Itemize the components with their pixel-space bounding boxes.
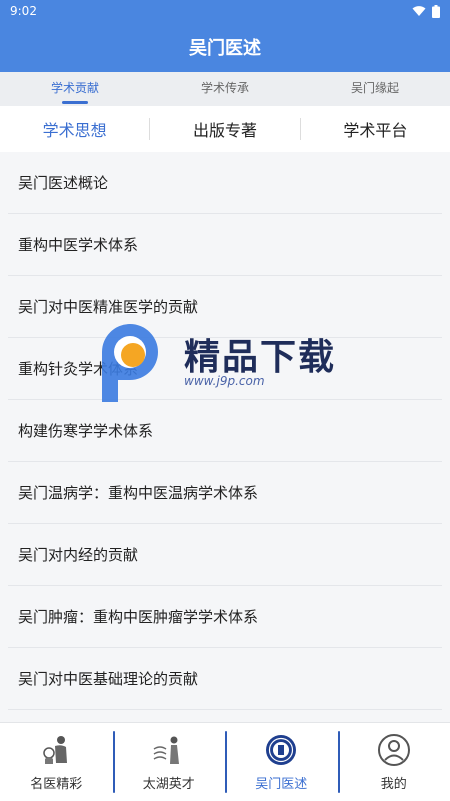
seal-emblem-icon xyxy=(264,733,298,767)
nav-divider xyxy=(338,731,340,793)
nav-taihu-talents[interactable]: 太湖英才 xyxy=(113,723,226,801)
list-item[interactable]: 吴门温病学：重构中医温病学术体系 xyxy=(8,462,442,524)
nav-divider xyxy=(225,731,227,793)
article-list: 吴门医述概论 重构中医学术体系 吴门对中医精准医学的贡献 重构针灸学术体系 构建… xyxy=(0,152,450,722)
list-item[interactable]: 构建伤寒学学术体系 xyxy=(8,400,442,462)
list-item[interactable]: 吴门对中医基础理论的贡献 xyxy=(8,648,442,710)
sub-tabs: 学术思想 出版专著 学术平台 xyxy=(0,106,450,152)
nav-famous-doctors[interactable]: 名医精彩 xyxy=(0,723,113,801)
list-item[interactable]: 吴门对内经的贡献 xyxy=(8,524,442,586)
nav-mine[interactable]: 我的 xyxy=(338,723,450,801)
app-bar: 吴门医述 xyxy=(0,22,450,72)
page-title: 吴门医述 xyxy=(189,34,261,60)
list-item[interactable]: 吴门医述概论 xyxy=(8,152,442,214)
nav-label: 吴门医述 xyxy=(255,773,307,792)
tab-wumen-origin[interactable]: 吴门缘起 xyxy=(300,72,450,106)
list-item[interactable]: 吴门肿瘤：重构中医肿瘤学学术体系 xyxy=(8,586,442,648)
status-bar: 9:02 xyxy=(0,0,450,22)
doctor-figure-icon xyxy=(39,733,73,767)
tab-academic-contribution[interactable]: 学术贡献 xyxy=(0,72,150,106)
list-item[interactable]: 重构中医学术体系 xyxy=(8,214,442,276)
list-item[interactable]: 重构针灸学术体系 xyxy=(8,338,442,400)
list-item[interactable]: 吴门对中医精准医学的贡献 xyxy=(8,276,442,338)
taihu-figure-icon xyxy=(152,733,186,767)
wifi-icon xyxy=(412,5,426,17)
battery-icon xyxy=(432,5,440,18)
user-profile-icon xyxy=(377,733,411,767)
bottom-nav: 名医精彩 太湖英才 吴门医述 我的 xyxy=(0,722,450,801)
nav-label: 名医精彩 xyxy=(30,773,82,792)
nav-wumen-yishu[interactable]: 吴门医述 xyxy=(225,723,338,801)
status-icons xyxy=(412,5,440,18)
status-time: 9:02 xyxy=(10,4,37,18)
nav-divider xyxy=(113,731,115,793)
nav-label: 我的 xyxy=(381,773,407,792)
subtab-academic-platform[interactable]: 学术平台 xyxy=(301,117,450,141)
tab-academic-inheritance[interactable]: 学术传承 xyxy=(150,72,300,106)
subtab-academic-thought[interactable]: 学术思想 xyxy=(0,117,149,141)
subtab-publications[interactable]: 出版专著 xyxy=(150,117,299,141)
nav-label: 太湖英才 xyxy=(143,773,195,792)
top-tabs: 学术贡献 学术传承 吴门缘起 xyxy=(0,72,450,106)
